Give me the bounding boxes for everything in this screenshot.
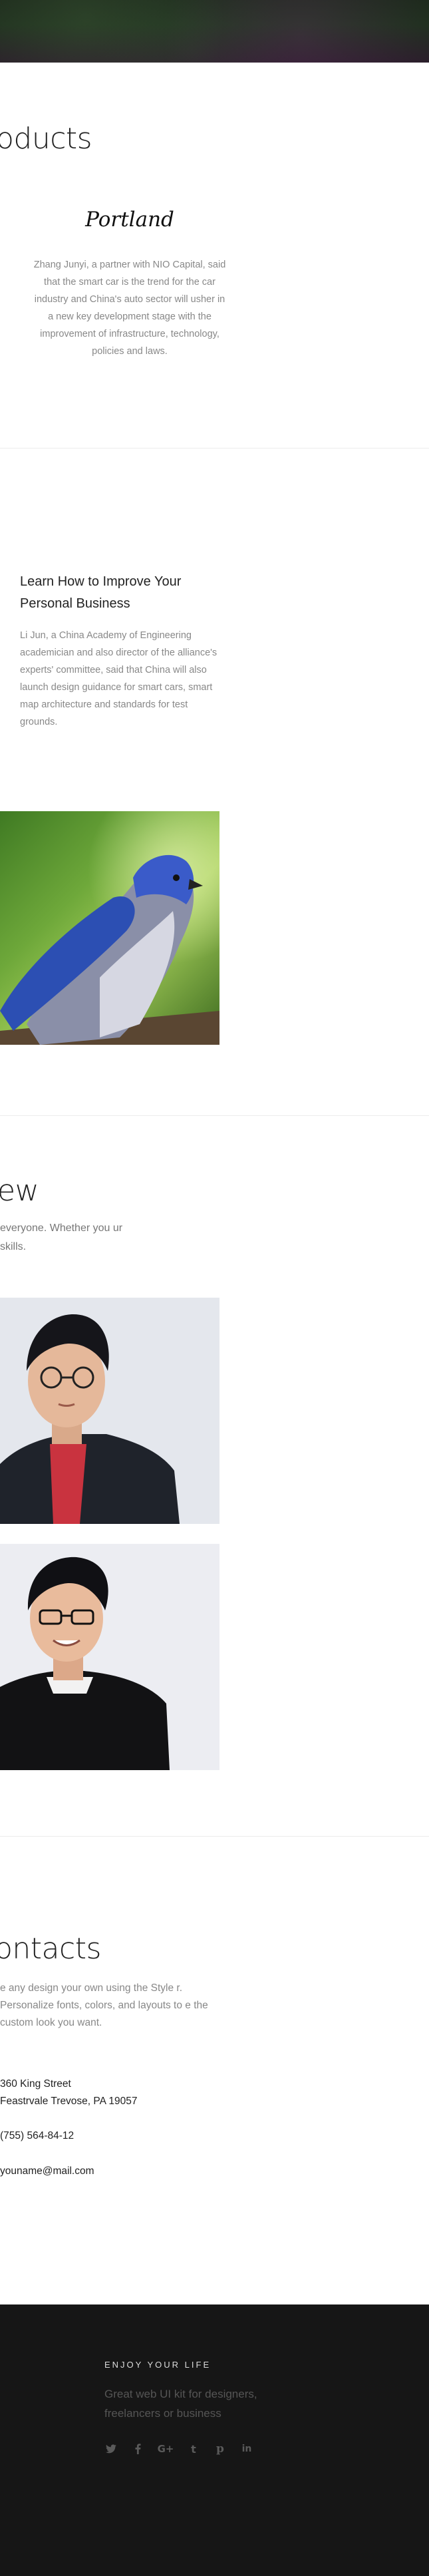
hero-foliage-texture <box>0 0 429 63</box>
product-card-title: Portland <box>85 208 174 232</box>
blog-heading[interactable]: Learn How to Improve Your Personal Busin… <box>20 571 219 615</box>
footer-kicker: ENJOY YOUR LIFE <box>104 2360 212 2370</box>
team-section-title: ew <box>0 1174 39 1208</box>
contact-email[interactable]: youname@mail.com <box>0 2163 94 2180</box>
pinterest-icon[interactable]: p <box>214 2442 227 2456</box>
contacts-intro: e any design your own using the Style r.… <box>0 1982 208 2028</box>
tumblr-icon[interactable]: t <box>187 2442 200 2456</box>
section-divider <box>0 448 429 449</box>
product-card-text: Zhang Junyi, a partner with NIO Capital,… <box>33 260 226 357</box>
section-divider <box>0 1836 429 1837</box>
bird-photo <box>0 811 219 1045</box>
social-links: G+ t p in <box>104 2442 253 2458</box>
google-plus-icon[interactable]: G+ <box>158 2442 174 2456</box>
footer <box>0 2304 429 2576</box>
contact-address-line2: Feastrvale Trevose, PA 19057 <box>0 2096 138 2107</box>
contact-address-line1: 360 King Street <box>0 2078 71 2090</box>
team-member-photo-1 <box>0 1298 219 1524</box>
contacts-section-title: ontacts <box>0 1932 101 1966</box>
linkedin-icon[interactable]: in <box>240 2442 253 2456</box>
contact-phone[interactable]: (755) 564-84-12 <box>0 2127 74 2145</box>
section-divider <box>0 1115 429 1116</box>
facebook-icon[interactable] <box>131 2442 144 2456</box>
team-intro: everyone. Whether you ur skills. <box>0 1222 123 1252</box>
products-section-title: oducts <box>0 122 92 156</box>
footer-tagline: Great web UI kit for designers, freelanc… <box>104 2388 257 2420</box>
team-member-photo-2 <box>0 1544 219 1770</box>
blog-text: Li Jun, a China Academy of Engineering a… <box>20 630 217 727</box>
twitter-icon[interactable] <box>104 2442 118 2456</box>
